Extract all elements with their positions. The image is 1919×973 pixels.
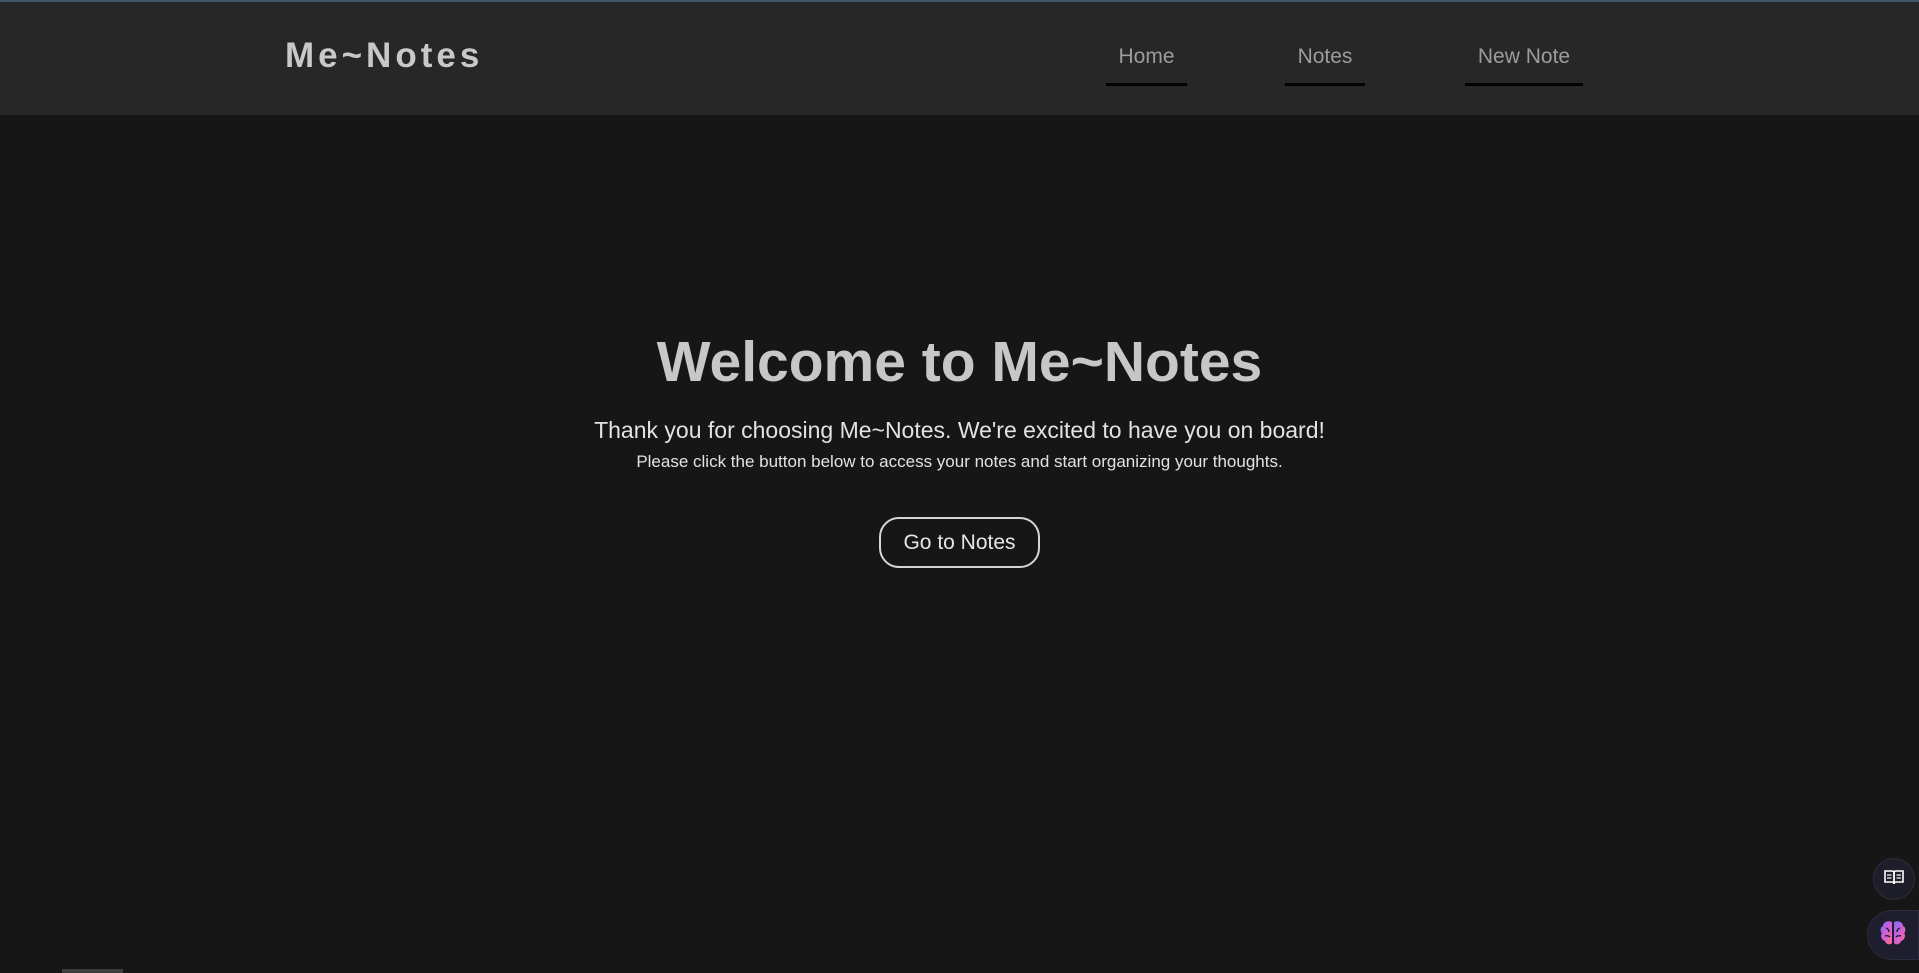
hero-instruction: Please click the button below to access … bbox=[636, 452, 1283, 471]
assistant-button[interactable] bbox=[1867, 910, 1919, 960]
nav-new-note-link[interactable]: New Note bbox=[1465, 42, 1583, 86]
navbar: Me~Notes Home Notes New Note bbox=[0, 2, 1919, 115]
go-to-notes-button[interactable]: Go to Notes bbox=[879, 517, 1040, 568]
reader-mode-button[interactable] bbox=[1873, 858, 1915, 900]
book-open-icon bbox=[1884, 869, 1904, 890]
hero-title: Welcome to Me~Notes bbox=[656, 330, 1263, 394]
nav-notes-link[interactable]: Notes bbox=[1285, 42, 1365, 86]
scrollbar-handle[interactable] bbox=[62, 969, 123, 973]
nav-home-link[interactable]: Home bbox=[1106, 42, 1187, 86]
brand-logo[interactable]: Me~Notes bbox=[285, 36, 483, 76]
brain-icon bbox=[1878, 919, 1908, 952]
hero-subtitle: Thank you for choosing Me~Notes. We're e… bbox=[594, 417, 1325, 443]
hero-section: Welcome to Me~Notes Thank you for choosi… bbox=[0, 318, 1919, 568]
